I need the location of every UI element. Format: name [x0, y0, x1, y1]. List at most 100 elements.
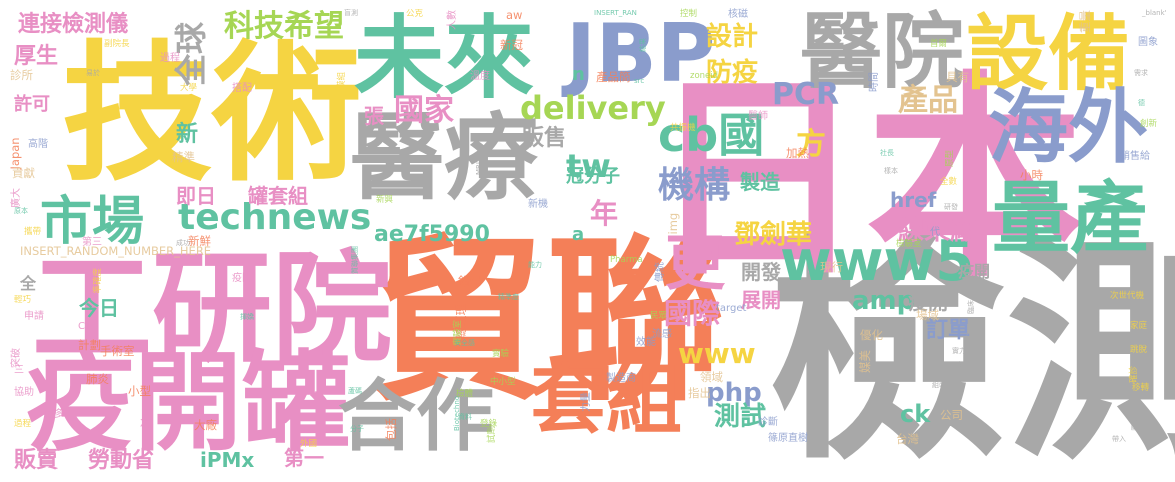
small-word: 易於 — [86, 69, 100, 77]
word-cloud: 檢測 貿聯 日本 技術 工研院 疫開罐 醫療 未來 JBP 醫院 設備 海外 量… — [0, 0, 1175, 482]
word-xin: 新 — [176, 122, 199, 147]
small-word: 加熱 — [786, 146, 809, 160]
small-word: 搭配 — [232, 83, 252, 94]
small-word: 篠原直樹 — [768, 433, 808, 444]
small-word: Pharma — [610, 255, 643, 265]
small-word: 人數 — [447, 10, 458, 30]
word-chanpin: 產品 — [898, 83, 958, 118]
small-word: 資料 — [458, 413, 472, 421]
word-jigou: 機構 — [658, 165, 731, 206]
word-amp: amp — [852, 286, 916, 316]
small-word: 揮嬌 — [240, 313, 254, 321]
small-word: INSERT_RANDOM_NUMBER_HERE — [20, 244, 212, 258]
small-word: 模組 — [337, 71, 347, 89]
word-liangchan: 量產 — [992, 174, 1149, 264]
small-word: 貢獻 — [12, 166, 35, 180]
small-word: src — [634, 77, 645, 85]
small-word: 具有 — [946, 70, 969, 84]
small-word: 民眾 — [650, 311, 668, 321]
word-ipmx: iPMx — [200, 448, 255, 472]
word-kejixiwang: 科技希望 — [224, 9, 344, 44]
word-dingdan: 訂單 — [926, 318, 971, 343]
small-word: 銷售給 — [1120, 151, 1150, 162]
small-word: 人次 — [966, 329, 980, 337]
small-word: 新冠 — [500, 38, 523, 52]
word-laodongsheng: 勞動省 — [88, 448, 155, 473]
small-word: 過程 — [14, 419, 32, 429]
small-word: 安全感 — [454, 339, 475, 347]
small-word: 精準度 — [498, 293, 519, 301]
word-weilai: 未來 — [354, 6, 534, 111]
small-word: 分子 — [350, 425, 364, 433]
small-word: 實力 — [952, 347, 966, 355]
small-word: 試劑 — [487, 425, 497, 443]
word-housheng: 厚生 — [14, 44, 59, 69]
small-word: 申請 — [24, 311, 44, 322]
word-jiri: 即日 — [176, 184, 216, 208]
small-word: 成功 — [176, 239, 190, 247]
word-geng: 更 — [665, 229, 725, 299]
small-word: 德 — [1138, 99, 1145, 107]
word-jinri: 今日 — [79, 296, 119, 320]
word-fanmai: 販賣 — [14, 448, 59, 473]
small-word: 時間 — [869, 72, 880, 92]
word-guanfenzi: 冠分子 — [566, 166, 620, 187]
small-word: 台灣 — [896, 432, 919, 446]
small-word: 原型機 — [1131, 410, 1139, 431]
word-jishu: 技術 — [62, 28, 363, 202]
small-word: MRI — [475, 162, 483, 175]
small-word: 攜帶 — [24, 227, 42, 237]
word-ae7f5990: ae7f5990 — [374, 222, 490, 247]
small-word: zoneid — [690, 71, 719, 81]
word-guojia: 國家 — [394, 93, 454, 128]
small-word: 公克 — [406, 9, 424, 19]
small-word: 圖象 — [1138, 37, 1158, 48]
small-word: 指出 — [688, 386, 711, 400]
small-word: 大廠 — [194, 418, 217, 432]
small-word: 急診室 — [964, 275, 985, 283]
small-word: 小時 — [1020, 168, 1043, 182]
small-word: 鉛焊 — [458, 274, 481, 288]
small-word: aw — [506, 8, 523, 22]
word-dengjianhua: 鄧劍華 — [734, 220, 813, 250]
word-zhankai: 展開 — [741, 288, 781, 312]
small-word: 正確 — [948, 361, 962, 369]
small-word: 場域 — [916, 308, 939, 322]
word-guantaozu: 罐套組 — [248, 184, 308, 208]
small-word: 肺炎 — [86, 372, 109, 386]
word-delivery: delivery — [520, 89, 666, 127]
small-word: 盲測 — [344, 9, 358, 17]
small-word: 領域 — [700, 370, 723, 384]
small-word: target — [716, 303, 747, 314]
word-kaifa: 開發 — [741, 260, 781, 284]
small-word: 優化 — [860, 328, 883, 342]
small-word: 製造商 — [606, 373, 636, 384]
small-word: 首爾 — [930, 39, 948, 49]
small-word: 疫開 — [232, 273, 252, 284]
small-word: 原本 — [14, 207, 28, 215]
small-word: img — [666, 212, 680, 235]
word-www: www — [678, 337, 756, 370]
word-diyi: 第一 — [284, 446, 324, 470]
small-word: 過程 — [160, 53, 180, 64]
small-word: 移轉 — [1132, 383, 1150, 393]
small-word: 診所 — [10, 68, 33, 82]
small-word: 新機 — [528, 199, 548, 210]
small-word: 廣大 — [11, 188, 22, 208]
small-word: 結果 — [639, 38, 647, 52]
word-n: n — [572, 64, 585, 85]
small-word: 三 — [14, 365, 24, 376]
small-word: 醫師 — [748, 111, 768, 122]
small-word: 計劃 — [78, 338, 101, 352]
word-xuke: 許可 — [14, 94, 50, 115]
word-ck: ck — [900, 400, 931, 428]
word-pcr: PCR — [772, 77, 840, 112]
small-word: 社長 — [880, 149, 894, 157]
small-word: 媒美 — [858, 350, 872, 373]
small-word: 共振機 — [670, 123, 696, 133]
small-word: 診斷 — [758, 417, 778, 428]
word-nian: 年 — [590, 197, 619, 230]
word-a: a — [572, 224, 585, 245]
small-word: 質聯集團 — [351, 246, 359, 274]
small-word: 能力 — [528, 261, 542, 269]
